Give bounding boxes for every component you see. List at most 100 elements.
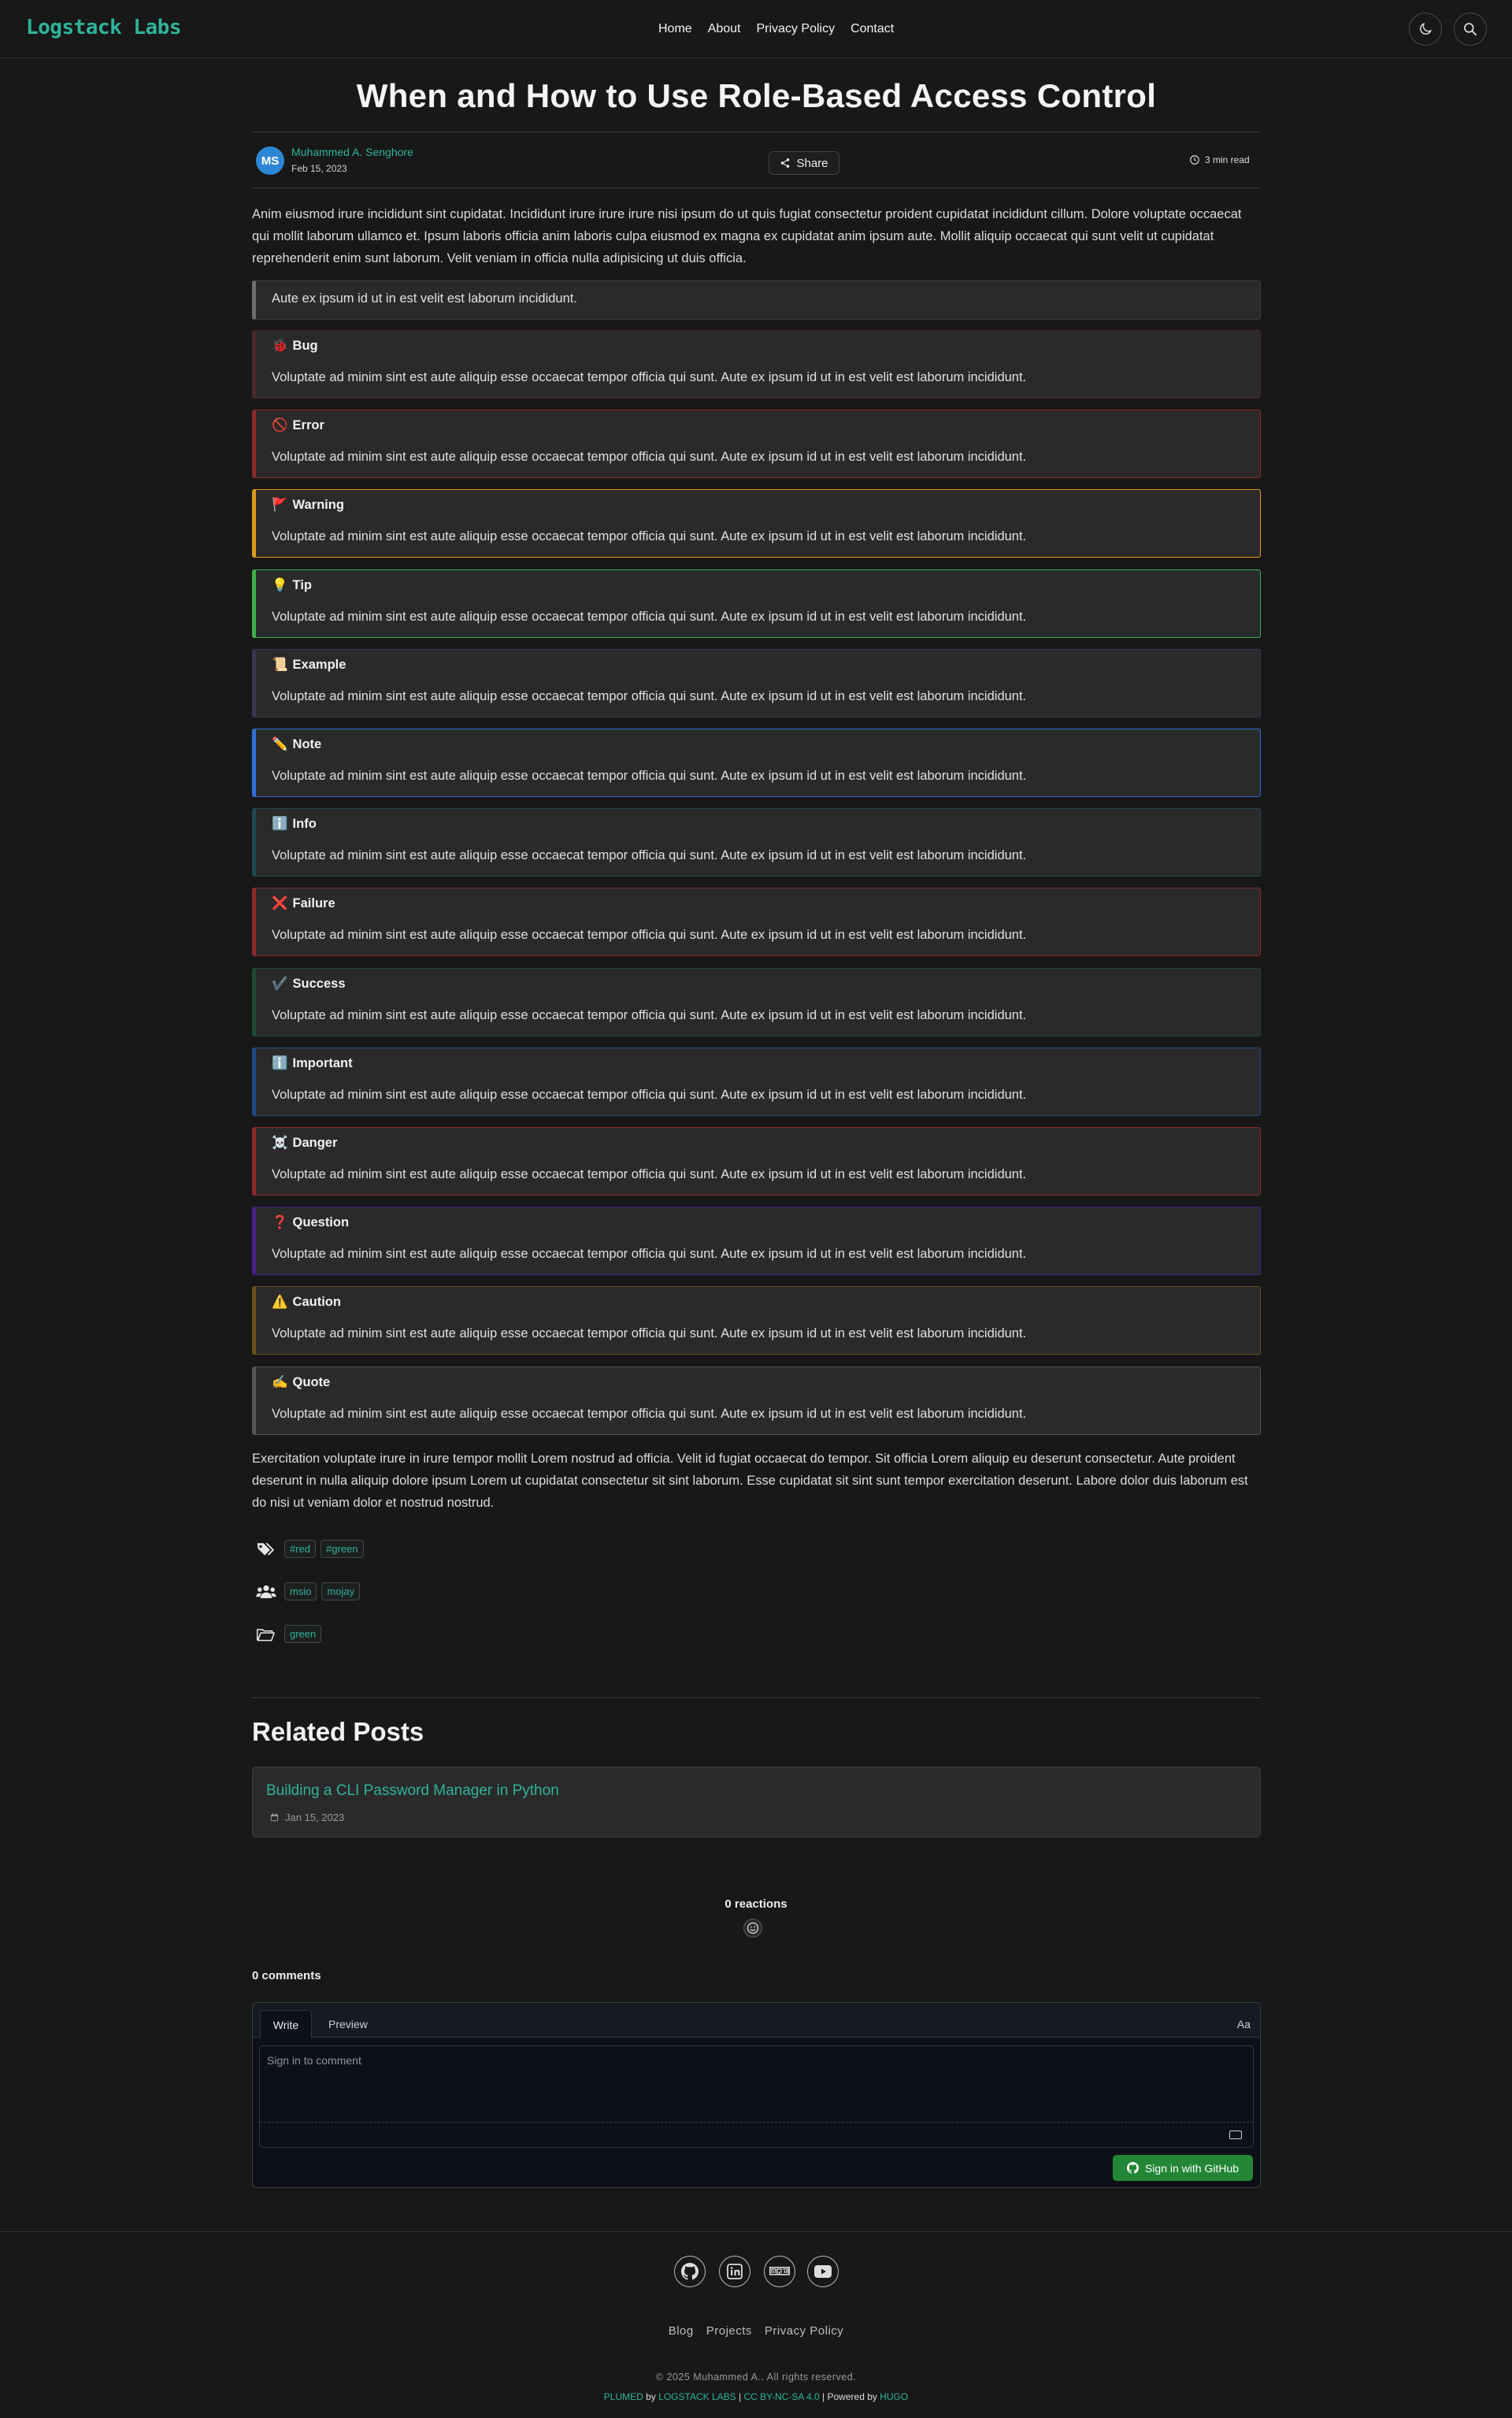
- admonition-success: ✔️ Success Voluptate ad minim sint est aut…: [252, 968, 1261, 1037]
- admonition-icon: 🚫: [272, 418, 288, 432]
- admonition-quote: ✍️ Quote Voluptate ad minim sint est aute …: [252, 1367, 1261, 1435]
- admonition-title: ℹ️ Info: [272, 817, 317, 832]
- admonition-body: Voluptate ad minim sint est aute aliquip…: [272, 769, 1027, 783]
- admonition-tip: 💡 Tip Voluptate ad minim sint est aute ali…: [252, 569, 1261, 638]
- linkedin-link[interactable]: [719, 2256, 750, 2287]
- calendar-icon: [270, 1813, 279, 1822]
- admonition-body: Voluptate ad minim sint est aute aliquip…: [272, 529, 1027, 543]
- admonition-label: Bug: [292, 339, 318, 353]
- nav-about[interactable]: About: [708, 22, 741, 36]
- divider: [260, 2122, 1253, 2123]
- authors-row: msio mojay: [256, 1582, 361, 1600]
- admonition-body: Voluptate ad minim sint est aute aliquip…: [272, 1008, 1027, 1022]
- nav-privacy-policy[interactable]: Privacy Policy: [757, 22, 836, 36]
- post-date: Feb 15, 2023: [291, 163, 347, 174]
- tags-row: #red #green: [256, 1540, 364, 1558]
- reactions-count: 0 reactions: [724, 1897, 788, 1911]
- admonition-example: 📜 Example Voluptate ad minim sint est aute…: [252, 649, 1261, 718]
- org-link[interactable]: LOGSTACK LABS: [658, 2391, 736, 2402]
- admonition-body: Voluptate ad minim sint est aute aliquip…: [272, 610, 1027, 624]
- admonition-label: Question: [292, 1215, 350, 1229]
- powered-by-line: PLUMED by LOGSTACK LABS | CC BY-NC-SA 4.…: [603, 2391, 909, 2402]
- footer-link-blog[interactable]: Blog: [669, 2324, 694, 2338]
- admonition-icon: ✏️: [272, 737, 288, 751]
- tab-preview[interactable]: Preview: [328, 2018, 368, 2030]
- admonition-title: ✏️ Note: [272, 737, 321, 752]
- admonition-icon: 🐞: [272, 339, 288, 353]
- admonition-title: 📜 Example: [272, 658, 346, 673]
- admonition-important: ℹ️ Important Voluptate ad minim sint est a…: [252, 1048, 1261, 1116]
- nav-home[interactable]: Home: [658, 22, 692, 36]
- admonition-label: Error: [292, 418, 324, 432]
- admonition-label: Example: [292, 658, 346, 672]
- search-button[interactable]: [1454, 13, 1487, 46]
- related-posts-heading: Related Posts: [252, 1717, 424, 1746]
- hugo-link[interactable]: HUGO: [880, 2391, 908, 2402]
- admonition-info: ℹ️ Info Voluptate ad minim sint est aute a…: [252, 808, 1261, 877]
- admonition-icon: ℹ️: [272, 1056, 288, 1070]
- clock-icon: [1190, 155, 1199, 165]
- author-name-link[interactable]: Muhammed A. Senghore: [291, 146, 413, 158]
- related-post-title[interactable]: Building a CLI Password Manager in Pytho…: [266, 1782, 559, 1800]
- admonition-body: Voluptate ad minim sint est aute aliquip…: [272, 1407, 1027, 1421]
- theme-link[interactable]: PLUMED: [604, 2391, 643, 2402]
- admonition-body: Voluptate ad minim sint est aute aliquip…: [272, 848, 1027, 862]
- admonition-title: ℹ️ Important: [272, 1056, 353, 1071]
- share-label: Share: [796, 156, 828, 170]
- admonition-title: ✔️ Success: [272, 977, 346, 992]
- share-button[interactable]: Share: [769, 151, 839, 175]
- related-post-date: Jan 15, 2023: [270, 1812, 344, 1823]
- admonition-title: ⚠️ Caution: [272, 1295, 341, 1310]
- footer-link-projects[interactable]: Projects: [706, 2324, 752, 2338]
- users-icon: [256, 1583, 278, 1600]
- npm-link[interactable]: [764, 2256, 795, 2287]
- moon-icon: [1420, 22, 1432, 35]
- main-nav: Home About Privacy Policy Contact: [658, 22, 894, 36]
- tab-write[interactable]: Write: [260, 2010, 312, 2038]
- sign-in-github-button[interactable]: Sign in with GitHub: [1113, 2155, 1253, 2181]
- footer-link-privacy-policy[interactable]: Privacy Policy: [765, 2324, 843, 2338]
- admonition-icon: ❌: [272, 896, 288, 910]
- admonition-label: Important: [292, 1056, 353, 1070]
- tag-chip[interactable]: #green: [321, 1540, 364, 1558]
- tag-chip[interactable]: #red: [284, 1540, 317, 1558]
- copyright: © 2025 Muhammed A.. All rights reserved.: [655, 2372, 857, 2383]
- admonition-body: Voluptate ad minim sint est aute aliquip…: [272, 1088, 1027, 1102]
- admonition-icon: ❓: [272, 1215, 288, 1229]
- category-chip[interactable]: green: [284, 1625, 322, 1643]
- admonition-label: Tip: [292, 578, 312, 592]
- divider: [252, 187, 1261, 188]
- admonition-label: Info: [292, 817, 317, 831]
- related-post-card[interactable]: Building a CLI Password Manager in Pytho…: [252, 1767, 1261, 1838]
- page-title: When and How to Use Role-Based Access Co…: [356, 77, 1157, 114]
- admonition-icon: ℹ️: [272, 817, 288, 831]
- author-chip[interactable]: msio: [284, 1582, 317, 1600]
- admonition-label: Quote: [292, 1375, 331, 1389]
- license-link[interactable]: CC BY-NC-SA 4.0: [743, 2391, 819, 2402]
- admonition-danger: ☠️ Danger Voluptate ad minim sint est aute…: [252, 1127, 1261, 1196]
- youtube-link[interactable]: [807, 2256, 839, 2287]
- comment-placeholder: Sign in to comment: [267, 2054, 361, 2067]
- theme-toggle-button[interactable]: [1409, 13, 1442, 46]
- author-chip[interactable]: mojay: [321, 1582, 361, 1600]
- site-header: Logstack Labs Home About Privacy Policy …: [0, 0, 1512, 58]
- read-time-label: 3 min read: [1205, 154, 1250, 165]
- footer-divider: [0, 2231, 1512, 2232]
- comments-count: 0 comments: [252, 1969, 321, 1982]
- font-toggle-button[interactable]: Aa: [1237, 2018, 1251, 2030]
- admonition-title: ☠️ Danger: [272, 1136, 337, 1151]
- add-reaction-button[interactable]: [743, 1919, 762, 1938]
- youtube-icon: [814, 2265, 832, 2278]
- github-icon: [1126, 2162, 1139, 2174]
- admonition-label: Danger: [292, 1136, 338, 1150]
- site-logo[interactable]: Logstack Labs: [26, 16, 182, 39]
- admonition-bug: 🐞 Bug Voluptate ad minim sint est aute ali…: [252, 330, 1261, 399]
- intro-paragraph: Anim eiusmod irure incididunt sint cupid…: [252, 207, 1242, 265]
- admonition-failure: ❌ Failure Voluptate ad minim sint est aute…: [252, 888, 1261, 956]
- admonition-icon: 📜: [272, 658, 288, 672]
- github-icon: [681, 2263, 699, 2280]
- comment-input[interactable]: Sign in to comment: [259, 2045, 1254, 2148]
- github-link[interactable]: [674, 2256, 706, 2287]
- nav-contact[interactable]: Contact: [850, 22, 894, 36]
- categories-row: green: [256, 1625, 322, 1643]
